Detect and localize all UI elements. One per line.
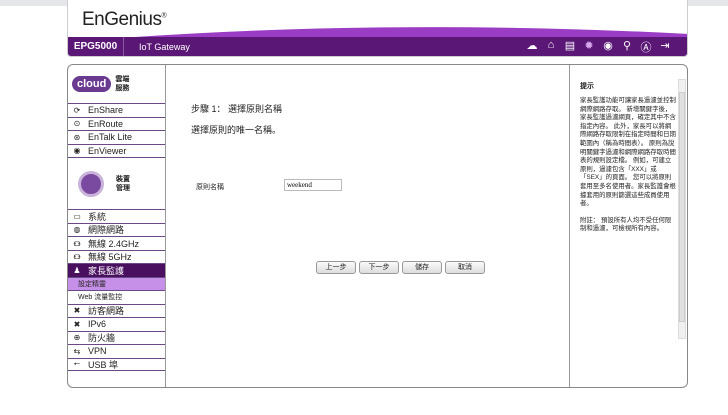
wizard-content: 步驟 1： 選擇原則名稱 選擇原則的唯一名稱。 原則名稱 上一步 下一步 儲存 …: [166, 65, 569, 387]
item-label: 訪客網路: [88, 306, 125, 317]
sidebar-item-wireless-5[interactable]: ϵ϶ 無線 5GHz: [68, 249, 165, 264]
talk-icon: ⊛: [73, 132, 81, 142]
sidebar-item-internet[interactable]: ◍ 網際網路: [68, 222, 165, 237]
gear-icon[interactable]: ✹: [583, 39, 595, 55]
sidebar-item-vpn[interactable]: ⇆ VPN: [68, 344, 165, 358]
user-icon[interactable]: Ⓐ: [640, 39, 652, 55]
help-scrollbar[interactable]: [678, 79, 686, 339]
sidebar-item-enshare[interactable]: ⟳ EnShare: [68, 103, 165, 117]
item-label: EnTalk Lite: [88, 132, 133, 143]
cloud-logo: cloud: [72, 76, 112, 92]
item-label: 無線 2.4GHz: [88, 238, 140, 249]
item-label: VPN: [88, 346, 107, 357]
sidebar-item-enroute[interactable]: ⊙ EnRoute: [68, 116, 165, 131]
sidebar-item-system[interactable]: ▭ 系統: [68, 209, 165, 223]
cloud-services-label: 雲端服務: [115, 76, 130, 92]
help-body: 家長監護功能可讓家長過濾並控制網際網路存取。 新增關鍵字後，家長監護過濾網頁，確…: [580, 97, 676, 208]
step-title: 步驟 1： 選擇原則名稱: [191, 104, 283, 114]
sidebar-item-ipv6[interactable]: ✖ IPv6: [68, 317, 165, 331]
users-icon: ♟: [73, 265, 81, 275]
item-label: 無線 5GHz: [88, 252, 132, 263]
location-icon[interactable]: ⚲: [621, 39, 633, 55]
sync-icon: ⟳: [73, 105, 81, 115]
logout-icon[interactable]: ⇥: [659, 39, 671, 55]
item-label: Web 流量監控: [78, 294, 123, 302]
help-panel: 提示 家長監護功能可讓家長過濾並控制網際網路存取。 新增關鍵字後，家長監護過濾網…: [569, 65, 687, 387]
prev-button[interactable]: 上一步: [316, 261, 356, 274]
home-icon[interactable]: ⌂: [545, 39, 557, 55]
cancel-button[interactable]: 取消: [445, 261, 485, 274]
camera-icon: ◉: [73, 146, 81, 156]
sidebar-item-usb[interactable]: ⭠ USB 埠: [68, 357, 165, 371]
policy-name-input[interactable]: [284, 179, 342, 191]
sidebar-item-entalk-lite[interactable]: ⊛ EnTalk Lite: [68, 130, 165, 144]
cloud-download-icon[interactable]: ☁: [526, 39, 538, 55]
help-text: 家長監護功能可讓家長過濾並控制網際網路存取。 新增關鍵字後，家長監護過濾網頁，確…: [580, 97, 677, 242]
plug-icon[interactable]: ◉: [602, 39, 614, 55]
model-name: EPG5000: [68, 37, 124, 56]
header-bar: EPG5000 IoT Gateway ☁ ⌂ ▤ ✹ ◉ ⚲ Ⓐ ⇥: [68, 37, 687, 56]
wizard-icon[interactable]: ▤: [564, 39, 576, 55]
wifi-icon: ϵ϶: [73, 252, 81, 262]
item-label: EnViewer: [88, 145, 127, 156]
usb-icon: ⭠: [73, 359, 81, 369]
policy-name-label: 原則名稱: [196, 184, 224, 191]
firewall-icon: ⊕: [73, 333, 81, 343]
item-label: 家長監護: [88, 265, 125, 276]
device-management-group: 裝置管理: [68, 157, 165, 209]
item-label: IPv6: [88, 319, 107, 330]
sidebar: cloud 雲端服務 ⟳ EnShare ⊙ EnRoute ⊛ EnTalk Lit…: [68, 65, 166, 387]
sidebar-item-guest-network[interactable]: ✖ 訪客網路: [68, 303, 165, 318]
item-label: 設定精靈: [78, 280, 106, 288]
sidebar-item-wireless-24[interactable]: ϵ϶ 無線 2.4GHz: [68, 236, 165, 250]
header: EnGenius® EPG5000 IoT Gateway ☁ ⌂ ▤ ✹ ◉ …: [67, 0, 688, 57]
sidebar-item-parental-control[interactable]: ♟ 家長監護: [68, 263, 165, 277]
item-label: 防火牆: [88, 333, 116, 344]
item-label: 網際網路: [88, 225, 125, 236]
wifi-icon: ϵ϶: [73, 238, 81, 248]
sidebar-subitem-setup-wizard[interactable]: 設定精靈: [68, 276, 165, 290]
step-description: 選擇原則的唯一名稱。: [191, 125, 282, 135]
vpn-icon: ⇆: [73, 346, 81, 356]
help-title: 提示: [580, 83, 594, 90]
save-button[interactable]: 儲存: [402, 261, 442, 274]
sidebar-item-firewall[interactable]: ⊕ 防火牆: [68, 330, 165, 345]
pin-icon: ⊙: [73, 119, 81, 129]
item-label: 系統: [88, 211, 107, 222]
monitor-icon: ▭: [73, 211, 81, 221]
scrollbar-thumb[interactable]: [679, 92, 685, 322]
tools-icon: ✖: [73, 319, 81, 329]
main-panel: cloud 雲端服務 ⟳ EnShare ⊙ EnRoute ⊛ EnTalk Lit…: [67, 64, 688, 388]
cloud-services-group: cloud 雲端服務: [68, 65, 165, 103]
globe-icon: ◍: [73, 225, 81, 235]
next-button[interactable]: 下一步: [359, 261, 399, 274]
product-name: IoT Gateway: [139, 41, 190, 52]
device-icon: [78, 170, 104, 197]
sidebar-subitem-web-traffic[interactable]: Web 流量監控: [68, 290, 165, 304]
sidebar-item-enviewer[interactable]: ◉ EnViewer: [68, 143, 165, 158]
item-label: USB 埠: [88, 359, 119, 370]
help-note: 附註： 預設所有人均不受任何限制和過濾，可檢視所有內容。: [580, 216, 672, 233]
device-management-label: 裝置管理: [116, 175, 130, 192]
item-label: EnRoute: [88, 118, 124, 129]
item-label: EnShare: [88, 105, 124, 116]
tools-icon: ✖: [73, 306, 81, 316]
